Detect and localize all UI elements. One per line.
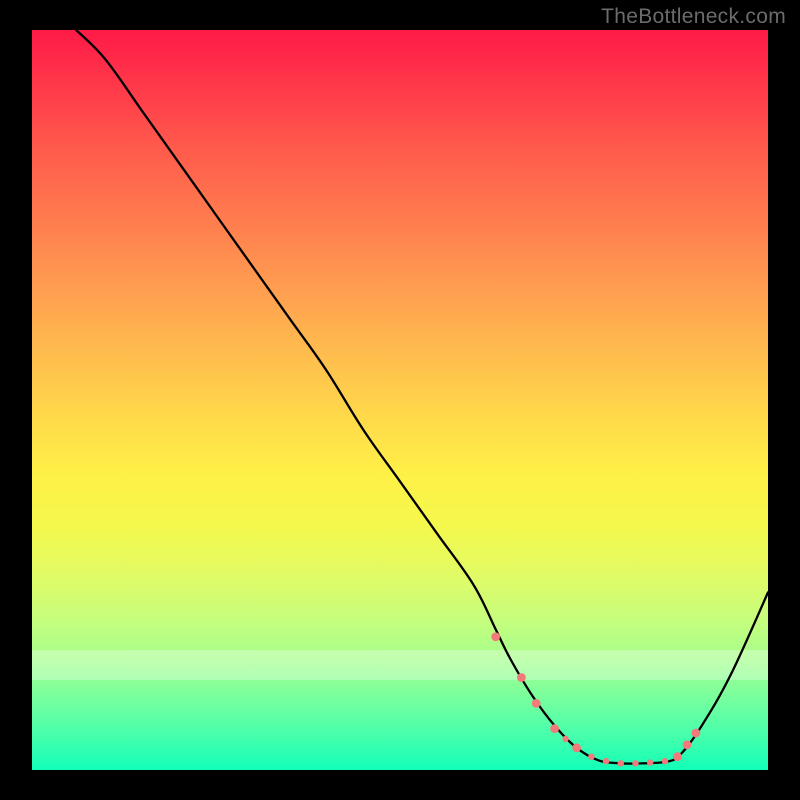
chart-plot-area [32,30,768,770]
watermark-label: TheBottleneck.com [601,5,786,29]
